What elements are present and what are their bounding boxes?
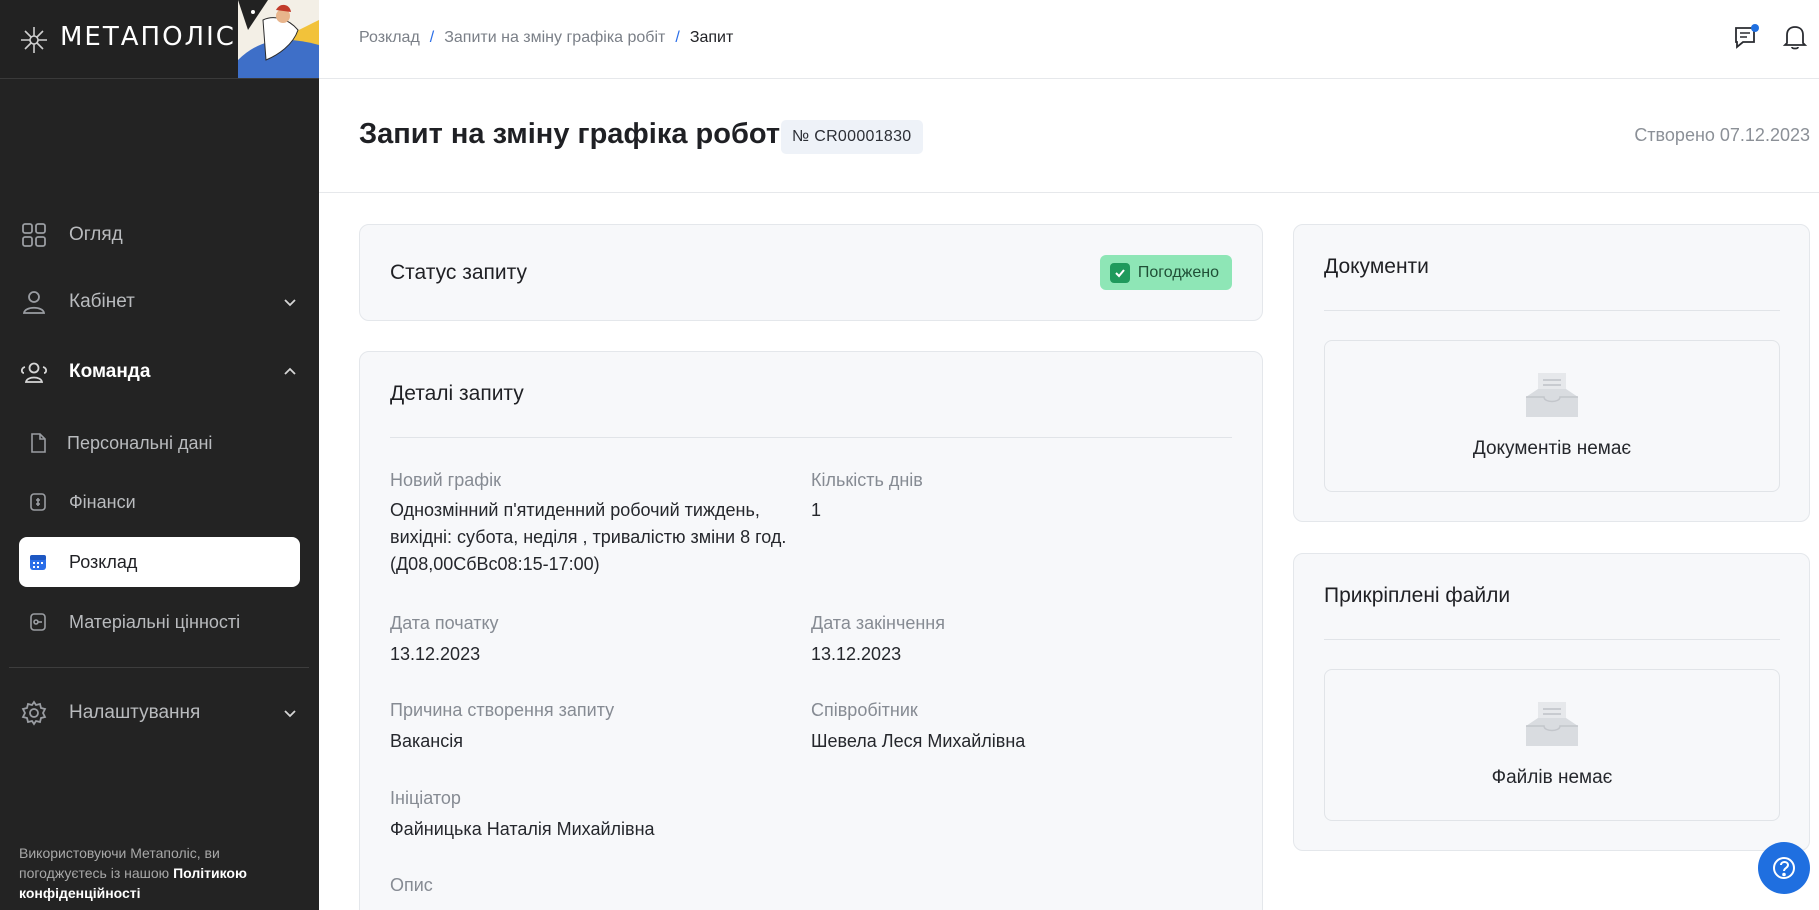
user-icon [20,288,48,316]
sidebar-item-label: Налаштування [69,702,201,723]
initiator-value: Файницька Наталія Михайлівна [390,819,655,839]
details-divider [390,437,1232,438]
documents-empty-state: Документів немає [1324,340,1780,492]
sidebar-item-label: Кабінет [69,291,135,312]
sidebar-item-finance[interactable]: Фінанси [19,477,300,527]
status-label: Погоджено [1137,263,1219,281]
finance-icon [27,491,49,513]
empty-inbox-icon [1526,373,1578,417]
description-label: Опис [390,875,433,895]
reason-label: Причина створення запиту [390,700,615,720]
sidebar-item-label: Команда [69,361,151,382]
sidebar: МЕТАПОЛІС Огляд Кабінет Команда Персонал… [0,0,319,910]
page-title: Запит на зміну графіка роботи [359,118,798,150]
help-button[interactable] [1758,842,1810,894]
breadcrumb-item-current: Запит [689,29,734,46]
calendar-icon [27,551,49,573]
documents-divider [1324,310,1780,311]
start-date-label: Дата початку [390,613,499,633]
status-badge: Погоджено [1099,255,1232,290]
logo-mark-icon [21,27,47,53]
details-card-title: Деталі запиту [390,382,524,405]
help-icon [1773,857,1795,879]
chevron-down-icon[interactable] [281,293,299,311]
empty-inbox-icon [1526,702,1578,746]
sidebar-item-cabinet[interactable]: Кабінет [0,277,319,327]
start-date-value: 13.12.2023 [390,644,481,664]
topbar: Розклад / Запити на зміну графіка робіт … [319,0,1819,79]
status-card-title: Статус запиту [390,261,527,284]
attachments-empty-text: Файлів немає [1491,767,1613,788]
sidebar-item-settings[interactable]: Налаштування [0,688,319,738]
breadcrumb-item-schedule[interactable]: Розклад [359,29,420,47]
notifications-button[interactable] [1780,22,1810,52]
logo-bar: МЕТАПОЛІС [0,0,319,79]
documents-card: Документи Документів немає [1293,224,1810,522]
attachments-divider [1324,639,1780,640]
chevron-down-icon[interactable] [281,704,299,722]
check-icon [1109,262,1130,283]
end-date-value: 13.12.2023 [811,644,902,664]
page-header: Запит на зміну графіка роботи № CR000018… [319,80,1819,193]
new-schedule-value: Однозмінний п'ятиденний робочий тиждень,… [390,500,787,574]
request-number-badge: № CR00001830 [781,120,923,154]
logo-illustration [238,0,319,78]
sidebar-divider [9,667,309,668]
attachments-empty-state: Файлів немає [1324,669,1780,821]
days-count-value: 1 [811,500,822,520]
reason-value: Вакансія [390,731,463,751]
attachments-card-title: Прикріплені файли [1324,584,1511,607]
status-card: Статус запиту Погоджено [359,224,1263,321]
sidebar-item-overview[interactable]: Огляд [0,210,319,260]
initiator-label: Ініціатор [390,788,461,808]
employee-label: Співробітник [811,700,918,720]
breadcrumb-separator: / [675,29,680,46]
bell-icon [1782,26,1808,50]
created-date: Створено 07.12.2023 [1634,125,1810,145]
gear-icon [20,699,48,727]
days-count-label: Кількість днів [811,470,923,490]
sidebar-item-material-assets[interactable]: Матеріальні цінності [19,597,300,647]
assets-icon [27,611,49,633]
sidebar-item-team[interactable]: Команда [0,347,319,397]
attachments-card: Прикріплені файли Файлів немає [1293,553,1810,851]
breadcrumb-item-change-requests[interactable]: Запити на зміну графіка робіт [444,29,665,47]
breadcrumb: Розклад / Запити на зміну графіка робіт … [359,29,733,47]
sidebar-item-schedule[interactable]: Розклад [19,537,300,587]
documents-card-title: Документи [1324,255,1429,278]
chevron-up-icon[interactable] [281,363,299,381]
sidebar-item-label: Фінанси [69,491,136,512]
sidebar-item-personal-data[interactable]: Персональні дані [19,418,300,468]
messages-icon [1735,24,1759,49]
document-icon [27,432,49,454]
sidebar-item-label: Огляд [69,224,123,245]
grid-icon [20,221,48,249]
new-schedule-label: Новий графік [390,470,501,490]
team-icon [20,358,48,386]
details-card: Деталі запиту Новий графік Однозмінний п… [359,351,1263,910]
employee-value: Шевела Леся Михайлівна [811,731,1026,751]
sidebar-item-label: Персональні дані [67,432,213,453]
logo-text[interactable]: МЕТАПОЛІС [60,22,236,52]
sidebar-item-label: Розклад [69,551,138,572]
sidebar-item-label: Матеріальні цінності [69,611,241,632]
messages-button[interactable] [1731,22,1761,52]
end-date-label: Дата закінчення [811,613,945,633]
breadcrumb-separator: / [429,29,435,46]
documents-empty-text: Документів немає [1472,438,1632,459]
privacy-note: Використовуючи Метаполіс, ви погоджуєтес… [19,843,309,903]
